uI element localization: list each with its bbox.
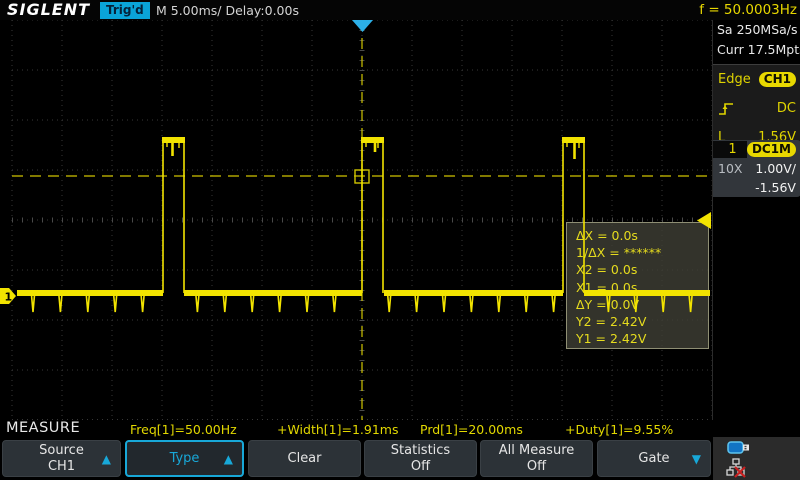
cursor-x1: X1 = 0.0s bbox=[576, 279, 708, 296]
menu-button-clear[interactable]: Clear bbox=[248, 440, 361, 477]
clear-label: Clear bbox=[288, 451, 322, 467]
measure-title: MEASURE bbox=[6, 420, 80, 436]
source-value: CH1 bbox=[39, 459, 84, 475]
trigger-frequency-readout: f = 50.0003Hz bbox=[699, 2, 797, 18]
usb-device-icon bbox=[727, 440, 751, 456]
cursor-y1: Y1 = 2.42V bbox=[576, 330, 708, 347]
siglent-logo: SIGLENT bbox=[7, 0, 90, 19]
vertical-offset: -1.56V bbox=[755, 180, 796, 195]
cursor-inv-delta-x: 1/ΔX = ****** bbox=[576, 244, 708, 261]
measurement-pos-width: +Width[1]=1.91ms bbox=[277, 422, 399, 437]
acquisition-info: Sa 250MSa/s Curr 17.5Mpts bbox=[713, 20, 800, 60]
menu-button-type[interactable]: Type ▲ bbox=[125, 440, 244, 477]
measurement-freq: Freq[1]=50.00Hz bbox=[130, 422, 237, 437]
timebase-readout[interactable]: M 5.00ms/ Delay:0.00s bbox=[156, 3, 299, 18]
measurement-period: Prd[1]=20.00ms bbox=[420, 422, 523, 437]
trigger-type: Edge bbox=[718, 72, 751, 87]
cursor-delta-y: ΔY = 0.0V bbox=[576, 296, 708, 313]
oscilloscope-screen: SIGLENT Trig'd M 5.00ms/ Delay:0.00s f =… bbox=[0, 0, 800, 480]
channel-coupling-badge[interactable]: DC1M bbox=[747, 142, 796, 157]
gate-label: Gate bbox=[638, 451, 669, 467]
graticule-grid bbox=[0, 20, 712, 420]
all-measure-value: Off bbox=[499, 459, 575, 475]
softkey-menu-bar: Source CH1 ▲ Type ▲ Clear Statistics Off… bbox=[0, 437, 800, 480]
memory-depth: Curr 17.5Mpts bbox=[713, 40, 800, 60]
cursor-measurement-panel: ΔX = 0.0s 1/ΔX = ****** X2 = 0.0s X1 = 0… bbox=[566, 222, 709, 349]
down-arrow-icon: ▼ bbox=[692, 452, 701, 466]
cursor-x2: X2 = 0.0s bbox=[576, 261, 708, 278]
status-sidebar: Sa 250MSa/s Curr 17.5Mpts Edge CH1 DC L … bbox=[712, 20, 800, 420]
menu-button-statistics[interactable]: Statistics Off bbox=[364, 440, 477, 477]
type-label: Type bbox=[170, 451, 200, 467]
statistics-label: Statistics bbox=[391, 443, 450, 459]
rising-edge-icon bbox=[718, 101, 736, 117]
top-status-bar: SIGLENT Trig'd M 5.00ms/ Delay:0.00s f =… bbox=[0, 0, 800, 20]
channel-number: 1 bbox=[713, 141, 747, 158]
menu-button-all-measure[interactable]: All Measure Off bbox=[480, 440, 593, 477]
vertical-scale: 1.00V/ bbox=[755, 161, 796, 176]
menu-button-source[interactable]: Source CH1 ▲ bbox=[2, 440, 121, 477]
up-arrow-icon: ▲ bbox=[224, 452, 233, 466]
waveform-display-area[interactable]: ΔX = 0.0s 1/ΔX = ****** X2 = 0.0s X1 = 0… bbox=[0, 20, 712, 420]
cursor-delta-x: ΔX = 0.0s bbox=[576, 227, 708, 244]
io-status-panel bbox=[713, 437, 800, 480]
menu-button-gate[interactable]: Gate ▼ bbox=[597, 440, 711, 477]
trigger-source-badge[interactable]: CH1 bbox=[759, 72, 796, 87]
trigger-status-badge: Trig'd bbox=[100, 2, 150, 19]
all-measure-label: All Measure bbox=[499, 443, 575, 459]
measurement-bar: MEASURE Freq[1]=50.00Hz +Width[1]=1.91ms… bbox=[0, 420, 800, 437]
source-label: Source bbox=[39, 443, 84, 459]
cursor-y2: Y2 = 2.42V bbox=[576, 313, 708, 330]
lan-disconnected-icon bbox=[726, 458, 750, 478]
up-arrow-icon: ▲ bbox=[102, 452, 111, 466]
measurement-pos-duty: +Duty[1]=9.55% bbox=[565, 422, 673, 437]
channel1-info-panel[interactable]: 1 DC1M 10X 1.00V/ -1.56V bbox=[713, 140, 800, 197]
statistics-value: Off bbox=[391, 459, 450, 475]
sample-rate: Sa 250MSa/s bbox=[713, 20, 800, 40]
trigger-coupling: DC bbox=[777, 101, 796, 116]
probe-attenuation: 10X bbox=[718, 161, 742, 176]
